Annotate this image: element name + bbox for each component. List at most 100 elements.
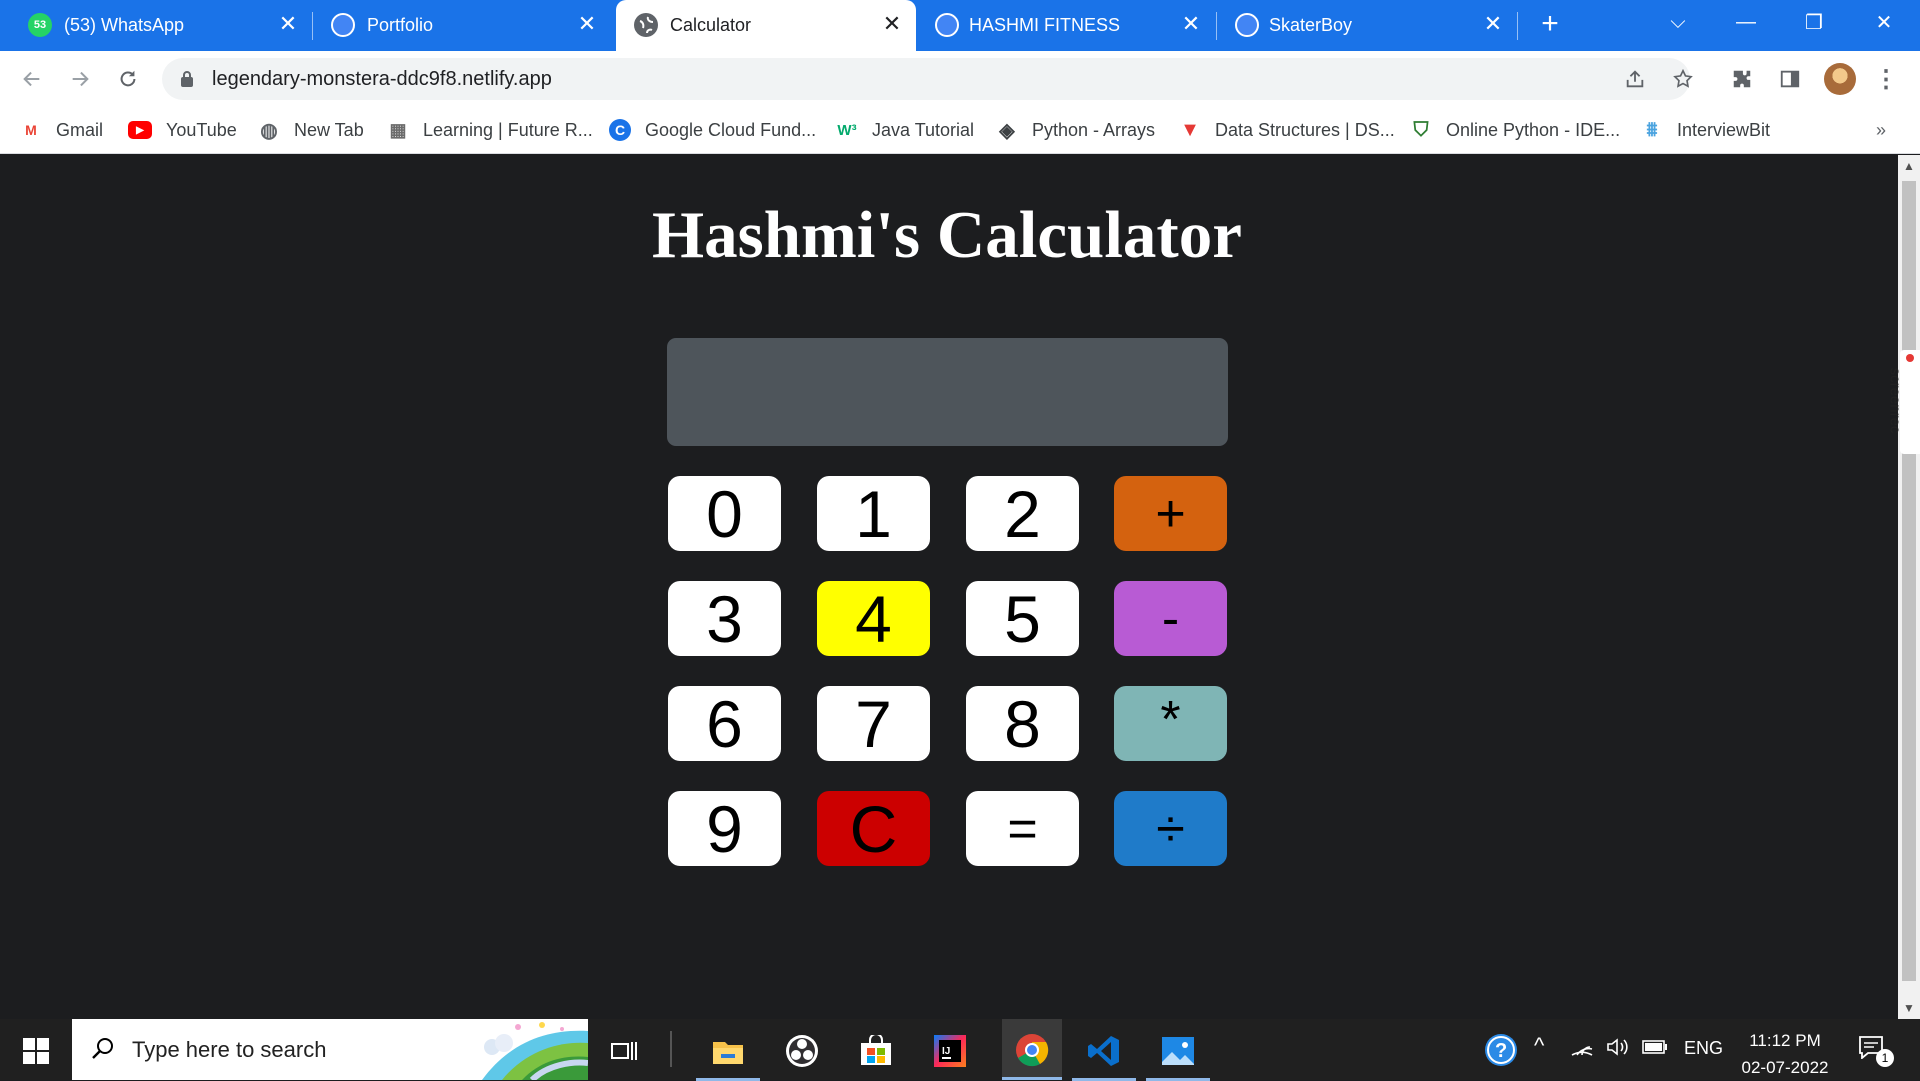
wifi-icon[interactable] bbox=[1570, 1037, 1594, 1062]
bookmark-star-icon[interactable] bbox=[1670, 66, 1696, 92]
close-tab-icon[interactable]: ✕ bbox=[575, 11, 599, 36]
bookmarks-bar: M Gmail ▶ YouTube ◍ New Tab ▦ Learning |… bbox=[0, 106, 1920, 154]
chrome-icon[interactable] bbox=[1002, 1019, 1062, 1080]
tab-hashmi-fitness[interactable]: HASHMI FITNESS ✕ bbox=[917, 0, 1215, 51]
key-9[interactable]: 9 bbox=[668, 791, 781, 866]
key-multiply[interactable]: * bbox=[1114, 686, 1227, 761]
bookmark-python-arrays[interactable]: ◈ Python - Arrays bbox=[996, 116, 1155, 144]
key-plus[interactable]: + bbox=[1114, 476, 1227, 551]
forward-icon[interactable] bbox=[64, 63, 96, 95]
calculator-display bbox=[667, 338, 1228, 446]
close-window-button[interactable]: ✕ bbox=[1850, 0, 1918, 44]
volume-icon[interactable] bbox=[1606, 1037, 1630, 1062]
svg-text:?: ? bbox=[1495, 1040, 1507, 1062]
tab-strip: 53 (53) WhatsApp ✕ Portfolio ✕ Calculato… bbox=[0, 0, 1920, 51]
bookmark-java-tutorial[interactable]: W³ Java Tutorial bbox=[836, 116, 974, 144]
page-content: Hashmi's Calculator 0 1 2 + 3 4 5 - 6 7 … bbox=[0, 155, 1898, 1019]
youtube-icon: ▶ bbox=[128, 121, 152, 139]
side-panel-icon[interactable] bbox=[1774, 63, 1806, 95]
key-3[interactable]: 3 bbox=[668, 581, 781, 656]
vscode-icon[interactable] bbox=[1072, 1029, 1136, 1081]
bookmark-future[interactable]: ▦ Learning | Future R... bbox=[387, 116, 592, 144]
key-1[interactable]: 1 bbox=[817, 476, 930, 551]
help-icon[interactable]: ? bbox=[1484, 1033, 1518, 1067]
battery-icon[interactable] bbox=[1642, 1039, 1668, 1060]
key-5[interactable]: 5 bbox=[966, 581, 1079, 656]
bookmark-label: New Tab bbox=[294, 119, 364, 140]
taskbar-divider bbox=[670, 1031, 672, 1067]
intellij-icon[interactable]: IJ bbox=[928, 1029, 972, 1073]
windows-taskbar: Type here to search IJ ? ^ ENG 11:12 PM … bbox=[0, 1019, 1920, 1081]
reload-icon[interactable] bbox=[112, 63, 144, 95]
record-dot-icon bbox=[1906, 354, 1914, 362]
search-highlight-art bbox=[472, 1019, 588, 1080]
close-tab-icon[interactable]: ✕ bbox=[1179, 11, 1203, 36]
page-scrollbar[interactable]: ▲ ▼ bbox=[1898, 155, 1920, 1019]
tab-calculator[interactable]: Calculator ✕ bbox=[616, 0, 916, 51]
back-icon[interactable] bbox=[16, 63, 48, 95]
w3schools-icon: W³ bbox=[837, 121, 857, 139]
key-2[interactable]: 2 bbox=[966, 476, 1079, 551]
shield-icon: ⛉ bbox=[1413, 118, 1429, 141]
profile-avatar[interactable] bbox=[1824, 63, 1856, 95]
tab-portfolio[interactable]: Portfolio ✕ bbox=[313, 0, 611, 51]
tab-separator bbox=[1517, 12, 1518, 40]
bookmark-gmail[interactable]: M Gmail bbox=[20, 116, 103, 144]
task-view-icon[interactable] bbox=[602, 1029, 646, 1073]
restore-button[interactable]: ❐ bbox=[1780, 0, 1848, 44]
share-icon[interactable] bbox=[1622, 66, 1648, 92]
bookmark-label: Java Tutorial bbox=[872, 119, 975, 140]
key-divide[interactable]: ÷ bbox=[1114, 791, 1227, 866]
minimize-button[interactable]: — bbox=[1712, 0, 1780, 44]
key-6[interactable]: 6 bbox=[668, 686, 781, 761]
gmail-icon: M bbox=[25, 122, 37, 138]
extensions-icon[interactable] bbox=[1726, 63, 1758, 95]
photos-icon[interactable] bbox=[1146, 1029, 1210, 1081]
key-4[interactable]: 4 bbox=[817, 581, 930, 656]
key-equals[interactable]: = bbox=[966, 791, 1079, 866]
tutorialspoint-icon: ◈ bbox=[999, 119, 1015, 142]
key-minus[interactable]: - bbox=[1114, 581, 1227, 656]
close-tab-icon[interactable]: ✕ bbox=[880, 11, 904, 36]
microsoft-store-icon[interactable] bbox=[854, 1029, 898, 1073]
bookmark-interviewbit[interactable]: ⩩ InterviewBit bbox=[1641, 116, 1770, 144]
bookmark-online-python[interactable]: ⛉ Online Python - IDE... bbox=[1410, 116, 1621, 144]
file-explorer-icon[interactable] bbox=[696, 1029, 760, 1081]
bookmark-youtube[interactable]: ▶ YouTube bbox=[128, 116, 237, 144]
new-tab-button[interactable]: + bbox=[1534, 7, 1566, 40]
scroll-down-arrow[interactable]: ▼ bbox=[1903, 1001, 1915, 1015]
taskbar-search-box[interactable]: Type here to search bbox=[72, 1019, 588, 1080]
bookmark-label: YouTube bbox=[166, 119, 237, 140]
bookmark-label: Online Python - IDE... bbox=[1446, 119, 1621, 140]
bookmark-new-tab[interactable]: ◍ New Tab bbox=[258, 116, 364, 144]
key-8[interactable]: 8 bbox=[966, 686, 1079, 761]
tab-title: HASHMI FITNESS bbox=[969, 15, 1121, 35]
notification-icon[interactable]: 1 bbox=[1858, 1035, 1894, 1067]
close-tab-icon[interactable]: ✕ bbox=[1481, 11, 1505, 36]
browser-toolbar: legendary-monstera-ddc9f8.netlify.app ⋮ bbox=[0, 51, 1920, 106]
taskbar-clock[interactable]: 11:12 PM 02-07-2022 bbox=[1730, 1027, 1840, 1081]
whatsapp-icon: 53 bbox=[28, 13, 52, 37]
screenrec-widget[interactable]: screenrec bbox=[1886, 350, 1920, 454]
globe-icon bbox=[1235, 13, 1259, 37]
tab-search-button[interactable]: ⌵ bbox=[1644, 0, 1712, 44]
show-hidden-icons-icon[interactable]: ^ bbox=[1534, 1033, 1544, 1059]
tab-skaterboy[interactable]: SkaterBoy ✕ bbox=[1217, 0, 1517, 51]
bookmark-google-cloud[interactable]: C Google Cloud Fund... bbox=[609, 116, 816, 144]
key-7[interactable]: 7 bbox=[817, 686, 930, 761]
language-indicator[interactable]: ENG bbox=[1684, 1038, 1723, 1059]
key-0[interactable]: 0 bbox=[668, 476, 781, 551]
obs-icon[interactable] bbox=[780, 1029, 824, 1073]
key-clear[interactable]: C bbox=[817, 791, 930, 866]
address-bar[interactable]: legendary-monstera-ddc9f8.netlify.app bbox=[162, 58, 1693, 100]
scroll-thumb[interactable] bbox=[1902, 181, 1916, 981]
bookmarks-overflow-button[interactable]: » bbox=[1876, 120, 1886, 141]
windows-start-icon[interactable] bbox=[14, 1035, 58, 1067]
svg-text:IJ: IJ bbox=[942, 1046, 950, 1057]
scroll-up-arrow[interactable]: ▲ bbox=[1903, 159, 1915, 173]
gfg-icon: ▼ bbox=[1180, 118, 1200, 141]
menu-icon[interactable]: ⋮ bbox=[1870, 63, 1902, 95]
bookmark-data-structures[interactable]: ▼ Data Structures | DS... bbox=[1179, 116, 1395, 144]
tab-whatsapp[interactable]: 53 (53) WhatsApp ✕ bbox=[0, 0, 312, 51]
close-tab-icon[interactable]: ✕ bbox=[276, 11, 300, 36]
